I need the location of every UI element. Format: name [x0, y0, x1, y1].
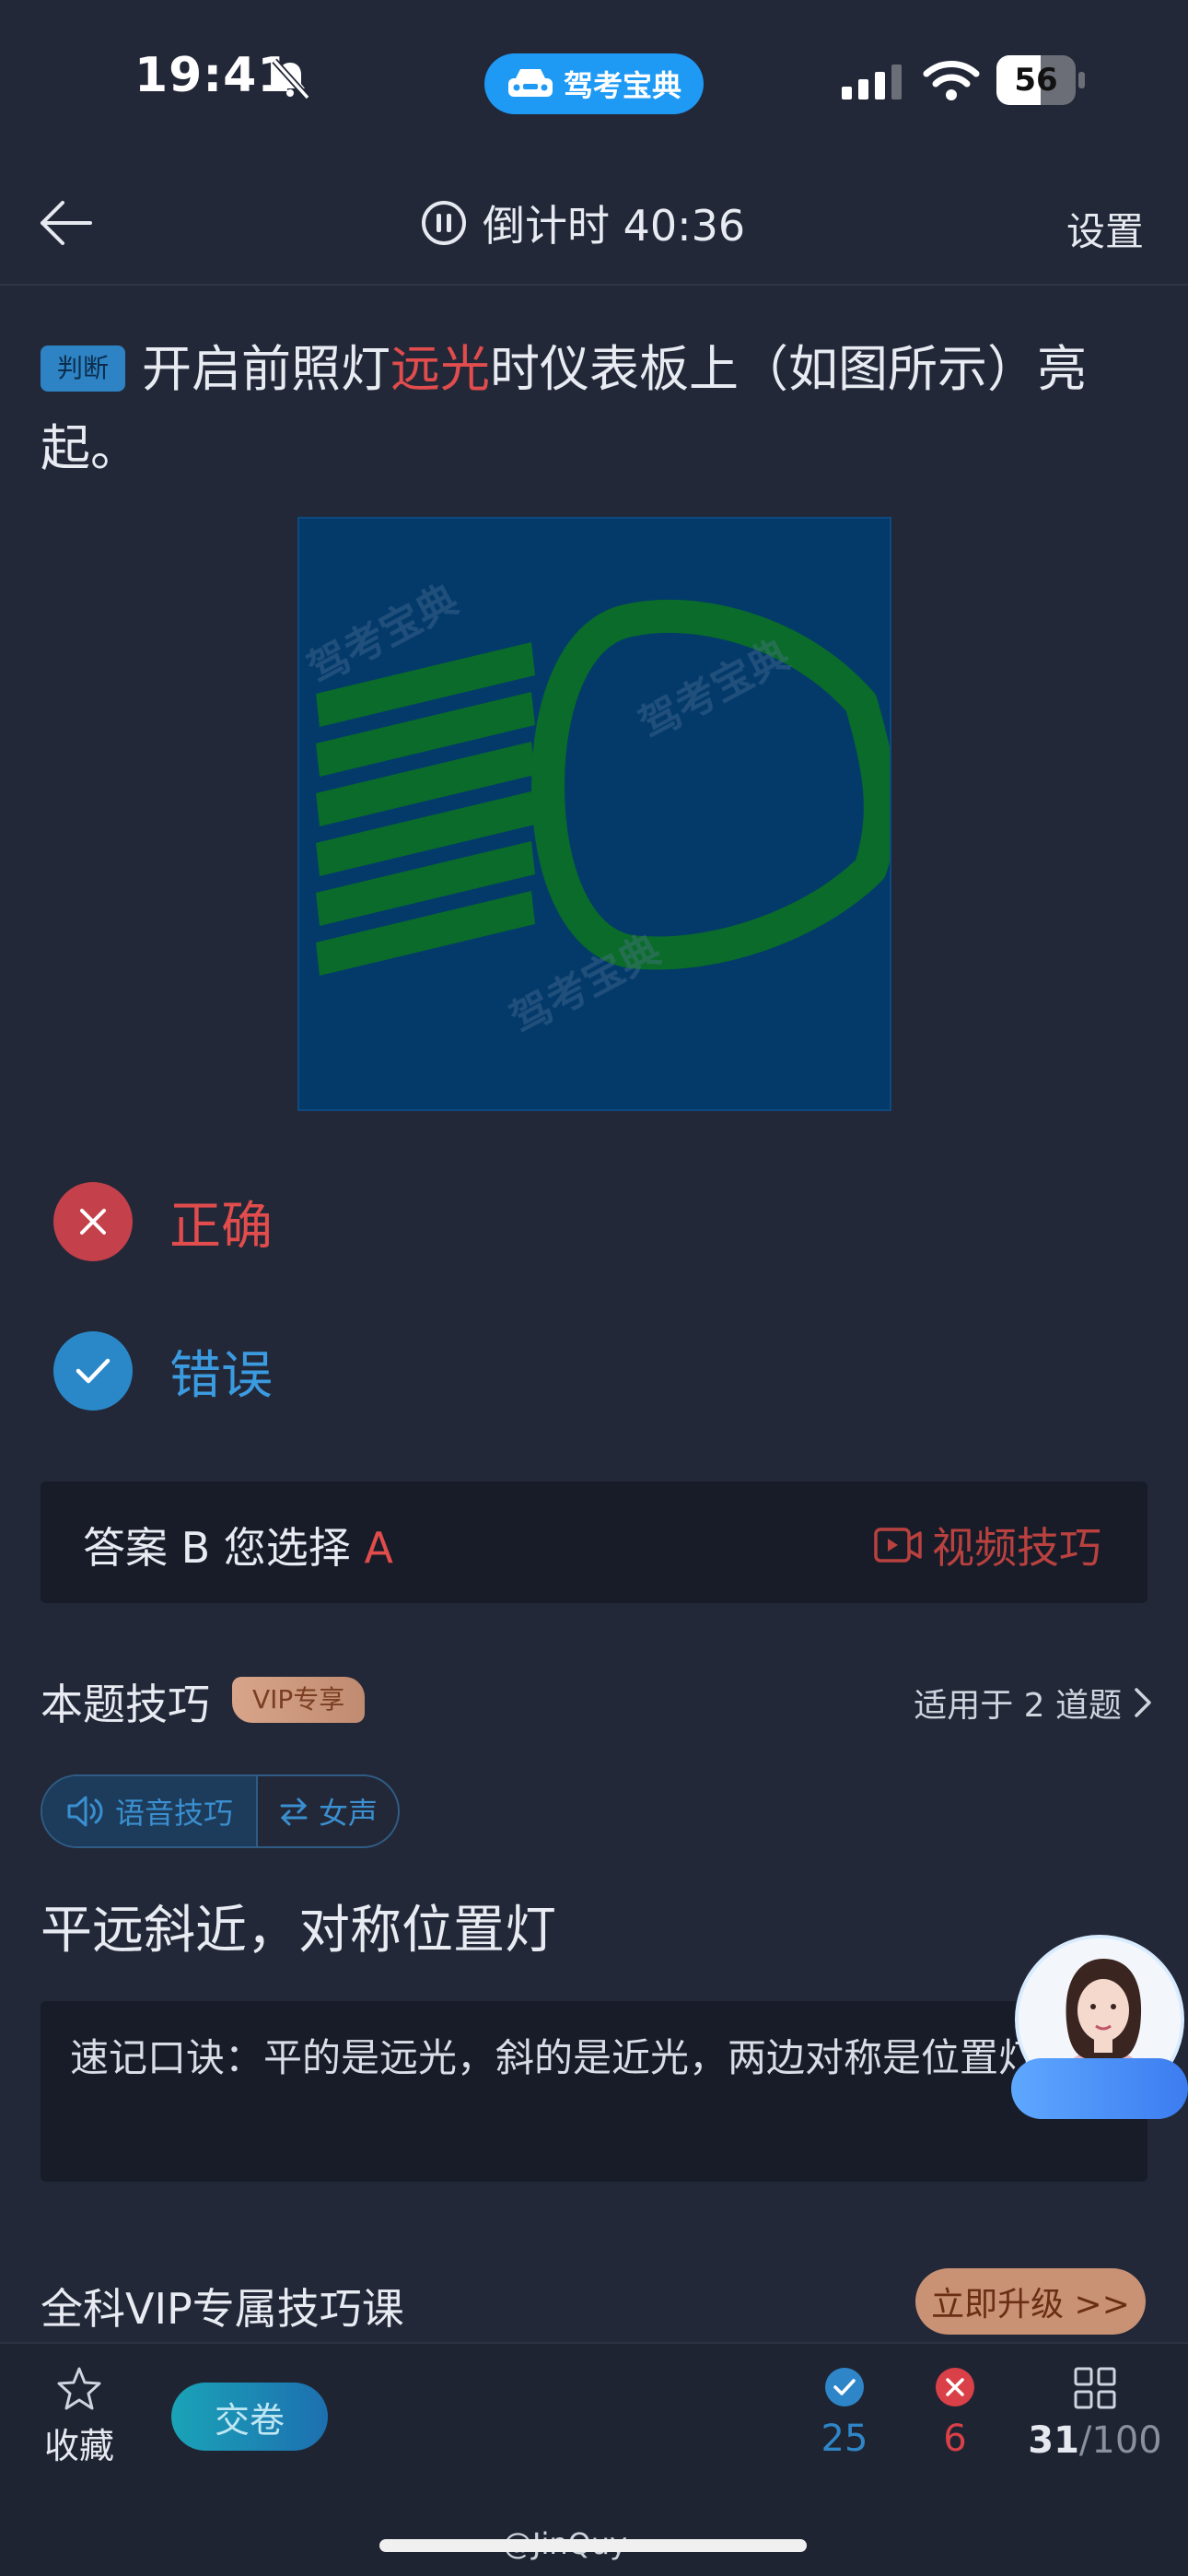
- question-type-badge: 判断: [41, 345, 126, 392]
- course-title: 全科VIP专属技巧课: [41, 2284, 404, 2334]
- voice-female-button[interactable]: 女声: [258, 1776, 398, 1846]
- progress-total: /100: [1078, 2419, 1162, 2462]
- battery-percent: 56: [1014, 62, 1058, 99]
- wrong-count[interactable]: 6: [914, 2366, 996, 2460]
- question-text-before: 开启前照灯: [142, 340, 391, 398]
- question-text: 判断 开启前照灯远光时仪表板上（如图所示）亮起。: [41, 330, 1155, 488]
- applies-label: 适用于 2 道题: [914, 1687, 1122, 1725]
- high-beam-indicator-icon: 驾考宝典 驾考宝典 驾考宝典: [300, 576, 890, 1044]
- car-icon: [507, 69, 553, 97]
- nav-bar: 倒计时 40:36 设置: [0, 157, 1188, 286]
- option-b[interactable]: 错误: [53, 1330, 273, 1411]
- x-circle-icon: [936, 2368, 974, 2406]
- app-return-pill[interactable]: 驾考宝典: [484, 53, 704, 114]
- skill-title: 本题技巧: [41, 1680, 210, 1729]
- voice-skill-button[interactable]: 语音技巧: [42, 1776, 258, 1846]
- speaker-icon: [67, 1796, 103, 1827]
- correct-count-value: 25: [821, 2418, 868, 2460]
- option-a[interactable]: 正确: [53, 1181, 273, 1262]
- battery-indicator: 56: [996, 55, 1085, 105]
- countdown-timer[interactable]: 倒计时 40:36: [420, 193, 745, 252]
- option-a-label: 正确: [169, 1196, 273, 1257]
- settings-button[interactable]: 设置: [1066, 201, 1144, 257]
- mnemonic-text: 速记口诀：平的是远光，斜的是近光，两边对称是位置灯。: [70, 2035, 1077, 2080]
- pause-icon[interactable]: [420, 199, 468, 247]
- cellular-signal-icon: [842, 64, 902, 100]
- answer-prefix: 答案 B 您选择: [83, 1523, 365, 1573]
- star-icon: [57, 2367, 101, 2410]
- wrong-count-value: 6: [943, 2418, 967, 2460]
- mnemonic-box: 速记口诀：平的是远光，斜的是近光，两边对称是位置灯。: [41, 2001, 1147, 2182]
- favorite-button[interactable]: 收藏: [41, 2366, 118, 2468]
- option-b-label: 错误: [169, 1345, 273, 1406]
- video-tip-button[interactable]: 视频技巧: [873, 1515, 1101, 1575]
- image-watermark: 驾考宝典: [632, 631, 797, 749]
- ai-assistant-avatar[interactable]: [1011, 1935, 1188, 2119]
- answer-summary: 答案 B 您选择 A: [83, 1515, 393, 1575]
- grid-icon: [1074, 2367, 1116, 2409]
- voice-toggle-group: 语音技巧 女声: [41, 1774, 400, 1848]
- question-highlight: 远光: [390, 340, 491, 398]
- video-icon: [874, 1528, 922, 1563]
- assistant-pill: [1011, 2058, 1188, 2119]
- app-badge-label: 驾考宝典: [563, 68, 681, 103]
- voice-female-label: 女声: [318, 1796, 378, 1831]
- home-indicator[interactable]: [379, 2539, 807, 2552]
- wifi-icon: [923, 61, 980, 100]
- question-progress[interactable]: 31/100: [1026, 2366, 1164, 2462]
- mnemonic-title: 平远斜近，对称位置灯: [41, 1901, 556, 1961]
- back-arrow-icon[interactable]: [37, 193, 96, 252]
- x-icon: [53, 1182, 133, 1261]
- voice-skill-label: 语音技巧: [114, 1796, 233, 1831]
- countdown-label: 倒计时 40:36: [483, 201, 746, 251]
- favorite-label: 收藏: [43, 2426, 114, 2466]
- upgrade-button[interactable]: 立即升级 >>: [915, 2268, 1146, 2335]
- correct-count[interactable]: 25: [803, 2366, 886, 2460]
- question-image[interactable]: 驾考宝典 驾考宝典 驾考宝典: [297, 517, 891, 1111]
- answer-chosen: A: [364, 1523, 393, 1573]
- vip-badge: VIP专享: [232, 1677, 366, 1723]
- swap-icon: [280, 1797, 308, 1826]
- check-circle-icon: [825, 2368, 864, 2406]
- progress-current: 31: [1028, 2419, 1079, 2462]
- video-tip-label: 视频技巧: [932, 1523, 1101, 1573]
- status-bar: 19:41 驾考宝典 56: [0, 0, 1188, 157]
- answer-box: 答案 B 您选择 A 视频技巧: [41, 1481, 1147, 1603]
- bell-muted-icon: [272, 58, 310, 100]
- submit-exam-button[interactable]: 交卷: [171, 2383, 328, 2451]
- check-icon: [53, 1331, 133, 1411]
- chevron-right-icon: [1135, 1688, 1151, 1717]
- applies-to-button[interactable]: 适用于 2 道题: [914, 1679, 1155, 1727]
